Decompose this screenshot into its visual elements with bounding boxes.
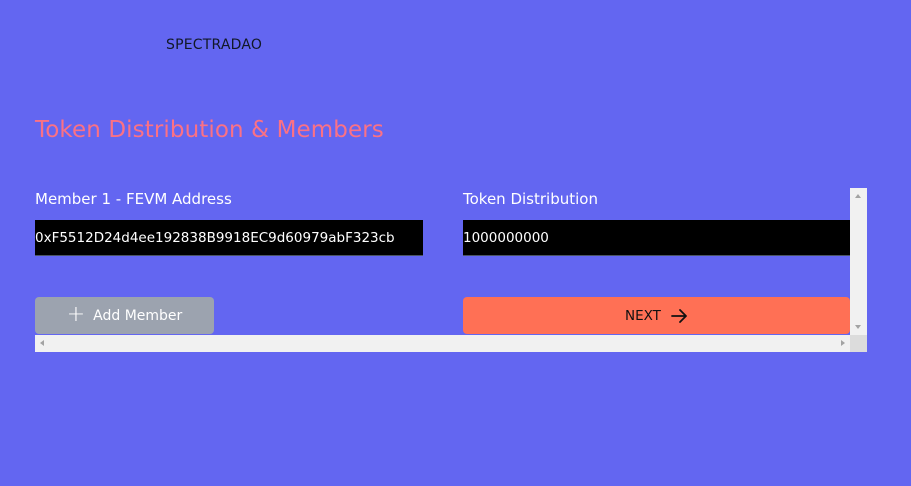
scrollbar-corner	[850, 335, 867, 352]
next-label: NEXT	[625, 307, 661, 324]
scroll-right-arrow-icon[interactable]	[841, 340, 845, 346]
member-address-input[interactable]	[35, 220, 423, 256]
token-distribution-input[interactable]	[463, 220, 850, 256]
vertical-scrollbar[interactable]	[850, 188, 867, 335]
next-button[interactable]: NEXT	[463, 297, 850, 334]
token-distribution-label: Token Distribution	[463, 190, 598, 208]
member-form-scroll-area[interactable]: Member 1 - FEVM Address Token Distributi…	[35, 188, 867, 352]
arrow-right-icon	[671, 308, 688, 323]
horizontal-scrollbar[interactable]	[35, 335, 850, 352]
plus-icon: +	[66, 301, 86, 327]
page-title: Token Distribution & Members	[35, 117, 384, 143]
scroll-left-arrow-icon[interactable]	[40, 340, 44, 346]
scroll-down-arrow-icon[interactable]	[855, 325, 861, 329]
brand-logo-text: SPECTRADAO	[166, 37, 263, 53]
add-member-button[interactable]: + Add Member	[35, 297, 214, 334]
scroll-up-arrow-icon[interactable]	[855, 194, 861, 198]
member-address-label: Member 1 - FEVM Address	[35, 190, 232, 208]
add-member-label: Add Member	[93, 307, 183, 324]
member-form: Member 1 - FEVM Address Token Distributi…	[35, 188, 850, 335]
